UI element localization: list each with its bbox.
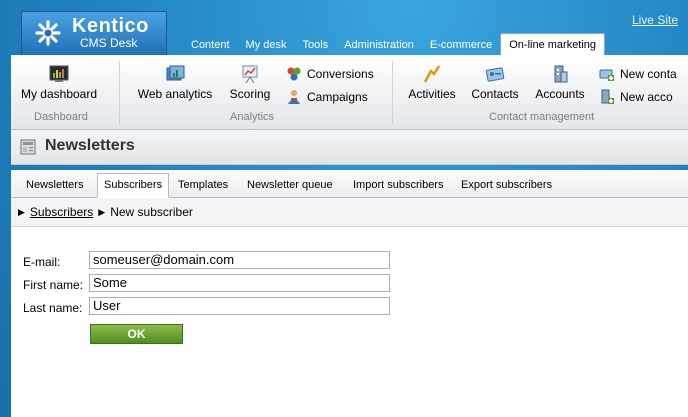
new-contact-label: New conta [620, 67, 677, 81]
tab-import-subscribers[interactable]: Import subscribers [353, 179, 443, 191]
accounts-label: Accounts [535, 87, 585, 101]
accounts-button[interactable]: Accounts [532, 64, 588, 101]
ribbon-separator [119, 61, 120, 125]
campaigns-button[interactable]: Campaigns [286, 89, 368, 105]
ok-button[interactable]: OK [90, 324, 183, 344]
activities-label: Activities [408, 87, 456, 101]
my-dashboard-label: My dashboard [20, 87, 98, 101]
web-analytics-icon [166, 65, 185, 81]
breadcrumb-current: New subscriber [110, 205, 193, 219]
conversions-label: Conversions [307, 67, 374, 81]
live-site-link[interactable]: Live Site [632, 13, 678, 27]
dashboard-icon [49, 65, 69, 82]
breadcrumb-arrow-icon: ▶ [98, 206, 106, 217]
new-account-button[interactable]: New acco [599, 89, 673, 105]
contacts-button[interactable]: Contacts [469, 64, 521, 101]
tab-tools[interactable]: Tools [295, 39, 337, 55]
scoring-button[interactable]: Scoring [225, 64, 275, 101]
tab-content[interactable]: Content [183, 39, 238, 55]
contacts-label: Contacts [471, 87, 519, 101]
newsletter-icon [20, 139, 36, 155]
web-analytics-label: Web analytics [137, 87, 213, 101]
conversions-icon [287, 67, 301, 81]
email-field[interactable]: someuser@domain.com [89, 251, 390, 269]
new-account-icon [601, 89, 614, 104]
scoring-label: Scoring [229, 87, 271, 101]
campaigns-label: Campaigns [307, 90, 368, 104]
breadcrumb-subscribers-link[interactable]: Subscribers [30, 205, 93, 219]
email-label: E-mail: [23, 255, 61, 269]
new-contact-button[interactable]: New conta [599, 66, 677, 82]
main-tabs: Content My desk Tools Administration E-c… [183, 33, 606, 55]
tab-e-commerce[interactable]: E-commerce [422, 39, 500, 55]
first-name-label: First name: [23, 278, 84, 292]
logo-subtitle: CMS Desk [80, 36, 138, 50]
tab-newsletters[interactable]: Newsletters [26, 179, 83, 191]
page-title: Newsletters [45, 137, 135, 154]
last-name-label: Last name: [23, 301, 83, 315]
page-title-bar: Newsletters [11, 130, 688, 165]
tab-subscribers[interactable]: Subscribers [97, 173, 170, 198]
my-dashboard-button[interactable]: My dashboard [13, 64, 105, 101]
campaigns-icon [288, 90, 300, 104]
module-tabs: Newsletters Subscribers Templates Newsle… [11, 170, 688, 198]
activities-button[interactable]: Activities [406, 64, 458, 101]
dashboard-group-label: Dashboard [34, 111, 88, 123]
tab-templates[interactable]: Templates [178, 179, 228, 191]
breadcrumb: ▶ Subscribers ▶ New subscriber [11, 198, 688, 227]
new-contact-icon [599, 69, 614, 81]
tab-administration[interactable]: Administration [336, 39, 422, 55]
web-analytics-button[interactable]: Web analytics [135, 64, 215, 101]
tab-online-marketing[interactable]: On-line marketing [500, 33, 606, 55]
app-window: Kentico CMS Desk Live Site Content My de… [0, 0, 688, 417]
accounts-icon [554, 65, 568, 83]
subscriber-form: E-mail: someuser@domain.com First name: … [11, 227, 688, 417]
kentico-logo-icon [35, 20, 61, 46]
first-name-field[interactable]: Some [89, 274, 390, 292]
tab-my-desk[interactable]: My desk [238, 39, 295, 55]
last-name-field[interactable]: User [89, 297, 390, 315]
logo-title: Kentico [72, 15, 149, 37]
tab-export-subscribers[interactable]: Export subscribers [461, 179, 552, 191]
contact-management-group-label: Contact management [489, 111, 595, 123]
tab-newsletter-queue[interactable]: Newsletter queue [247, 179, 333, 191]
conversions-button[interactable]: Conversions [286, 66, 374, 82]
new-account-label: New acco [620, 90, 673, 104]
analytics-group-label: Analytics [230, 111, 275, 123]
kentico-logo[interactable]: Kentico CMS Desk [21, 11, 167, 56]
ribbon-separator [392, 61, 393, 125]
contacts-icon [485, 67, 505, 82]
breadcrumb-arrow-icon: ▶ [18, 206, 25, 217]
scoring-icon [242, 65, 258, 84]
ribbon-toolbar: My dashboard Dashboard Web analytics Sco… [11, 55, 688, 130]
activities-icon [423, 65, 441, 83]
